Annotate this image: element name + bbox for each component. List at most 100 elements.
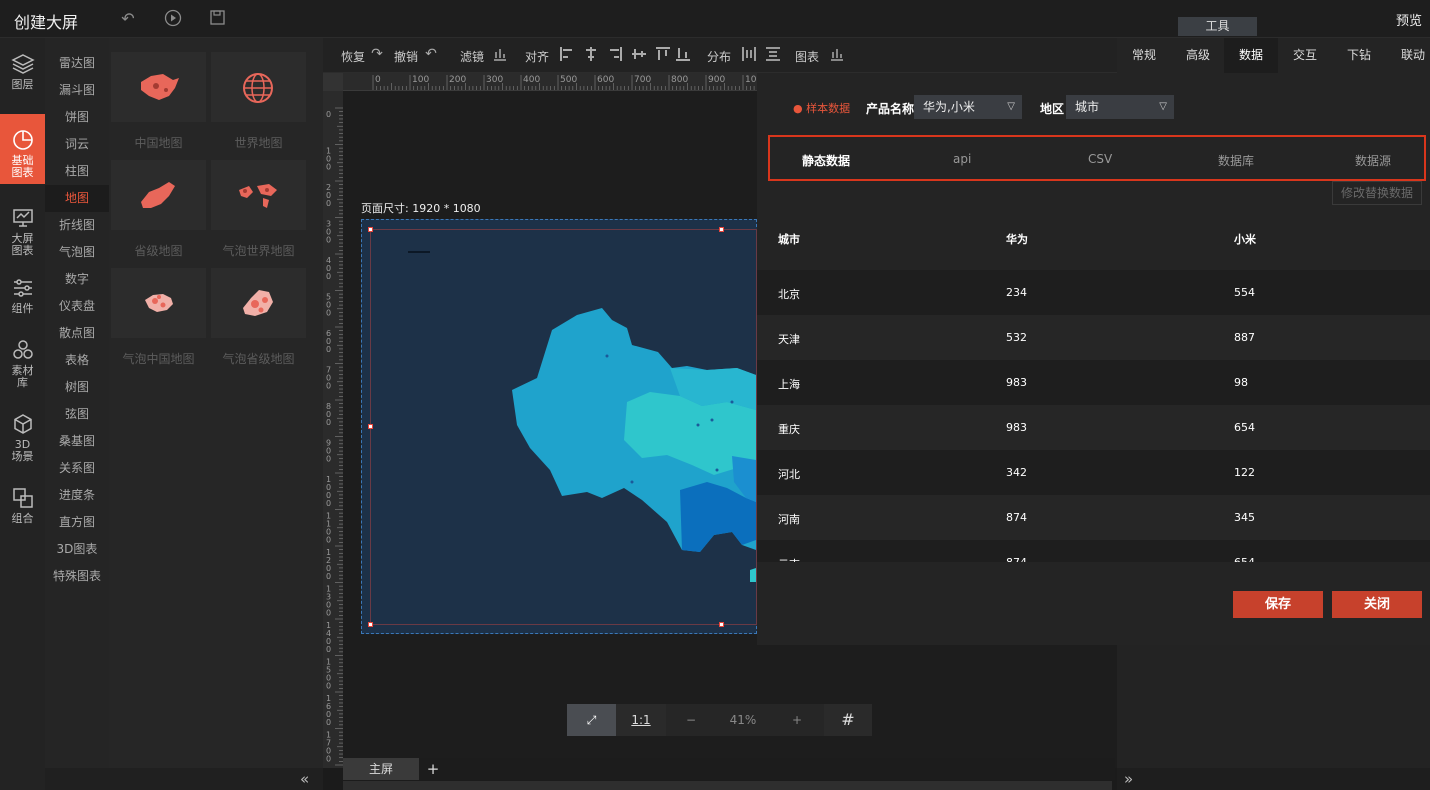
table-cell: 北京 <box>778 288 800 301</box>
align-button[interactable]: 对齐 <box>525 48 549 65</box>
source-api[interactable]: api <box>953 152 971 166</box>
grid-icon[interactable]: # <box>824 704 872 736</box>
category-bubble[interactable]: 气泡图 <box>45 239 109 266</box>
region-label: 地区 <box>1040 102 1065 116</box>
table-row[interactable]: 河南 874 345 <box>757 495 1430 540</box>
modify-data-button[interactable]: 修改替换数据 <box>1332 181 1422 205</box>
resize-handle[interactable] <box>719 227 724 232</box>
thumb-world-map[interactable] <box>211 52 306 122</box>
nav-components[interactable]: 组件 <box>0 276 45 315</box>
table-row[interactable]: 河北 342 122 <box>757 450 1430 495</box>
align-right-icon[interactable] <box>607 46 623 63</box>
table-cell: 河南 <box>778 513 800 526</box>
save-icon[interactable] <box>207 9 227 29</box>
tab-linkage[interactable]: 联动 <box>1386 38 1430 73</box>
source-datasource[interactable]: 数据源 <box>1355 152 1391 169</box>
tab-advanced[interactable]: 高级 <box>1171 38 1225 73</box>
align-bottom-icon[interactable] <box>675 46 691 63</box>
table-row[interactable]: 重庆 983 654 <box>757 405 1430 450</box>
distribute-h-icon[interactable] <box>741 46 757 63</box>
category-gauge[interactable]: 仪表盘 <box>45 293 109 320</box>
product-select[interactable]: 华为,小米 ▽ <box>914 95 1022 119</box>
thumb-province-bubble-map[interactable] <box>211 268 306 338</box>
source-database[interactable]: 数据库 <box>1218 152 1254 169</box>
align-left-icon[interactable] <box>559 46 575 63</box>
left-nav: 图层 基础图表 大屏图表 组件 素材库 3D场景 组合 <box>0 38 45 790</box>
add-screen-button[interactable]: + <box>423 758 443 780</box>
category-chord[interactable]: 弦图 <box>45 401 109 428</box>
resize-handle[interactable] <box>368 622 373 627</box>
category-special[interactable]: 特殊图表 <box>45 563 109 590</box>
table-row[interactable]: 北京 234 554 <box>757 270 1430 315</box>
category-wordcloud[interactable]: 词云 <box>45 131 109 158</box>
category-progress[interactable]: 进度条 <box>45 482 109 509</box>
category-scatter[interactable]: 散点图 <box>45 320 109 347</box>
thumb-china-bubble-map[interactable] <box>111 268 206 338</box>
nav-basic-charts[interactable]: 基础图表 <box>0 114 45 184</box>
undo-button[interactable]: 撤销 <box>394 48 418 65</box>
category-pie[interactable]: 饼图 <box>45 104 109 131</box>
redo-icon[interactable]: ↷ <box>369 46 385 63</box>
source-static[interactable]: 静态数据 <box>802 152 850 169</box>
category-radar[interactable]: 雷达图 <box>45 50 109 77</box>
thumb-province-map[interactable] <box>111 160 206 230</box>
tab-drilldown[interactable]: 下钻 <box>1332 38 1386 73</box>
category-histogram[interactable]: 直方图 <box>45 509 109 536</box>
filter-button[interactable]: 滤镜 <box>460 48 484 65</box>
category-line[interactable]: 折线图 <box>45 212 109 239</box>
undo-icon[interactable]: ↶ <box>423 46 439 63</box>
source-csv[interactable]: CSV <box>1088 152 1112 166</box>
tab-interaction[interactable]: 交互 <box>1278 38 1332 73</box>
nav-combine[interactable]: 组合 <box>0 486 45 525</box>
nav-assets[interactable]: 素材库 <box>0 338 45 389</box>
selection-box[interactable] <box>370 229 757 625</box>
resize-handle[interactable] <box>719 622 724 627</box>
category-3d[interactable]: 3D图表 <box>45 536 109 563</box>
region-select[interactable]: 城市 ▽ <box>1066 95 1174 119</box>
back-icon[interactable]: ↶ <box>118 9 138 29</box>
actual-size-button[interactable]: 1:1 <box>616 704 666 736</box>
nav-screen-charts[interactable]: 大屏图表 <box>0 206 45 257</box>
align-center-h-icon[interactable] <box>583 46 599 63</box>
table-row[interactable]: 云南 874 654 <box>757 540 1430 562</box>
chart-icon[interactable] <box>829 46 845 63</box>
redo-button[interactable]: 恢复 <box>341 48 365 65</box>
align-middle-v-icon[interactable] <box>631 46 647 63</box>
preview-button[interactable]: 预览 <box>1396 10 1422 29</box>
play-icon[interactable] <box>163 9 183 29</box>
tool-tab[interactable]: 工具 <box>1178 17 1257 36</box>
chart-button[interactable]: 图表 <box>795 48 819 65</box>
category-tree[interactable]: 树图 <box>45 374 109 401</box>
ruler-label: 0 <box>326 755 331 764</box>
zoom-in-button[interactable]: + <box>770 704 824 736</box>
horizontal-scrollbar[interactable] <box>343 781 1112 790</box>
category-sankey[interactable]: 桑基图 <box>45 428 109 455</box>
distribute-v-icon[interactable] <box>765 46 781 63</box>
save-button[interactable]: 保存 <box>1233 591 1323 618</box>
zoom-out-button[interactable]: − <box>666 704 716 736</box>
tab-general[interactable]: 常规 <box>1117 38 1171 73</box>
table-row[interactable]: 天津 532 887 <box>757 315 1430 360</box>
category-map[interactable]: 地图 <box>45 185 109 212</box>
close-button[interactable]: 关闭 <box>1332 591 1422 618</box>
tab-data[interactable]: 数据 <box>1224 38 1278 73</box>
filter-chart-icon[interactable] <box>492 46 508 63</box>
nav-3d-scene[interactable]: 3D场景 <box>0 412 45 463</box>
table-row[interactable]: 上海 983 98 <box>757 360 1430 405</box>
fit-screen-icon[interactable]: ⤢ <box>567 704 616 736</box>
resize-handle[interactable] <box>368 227 373 232</box>
category-number[interactable]: 数字 <box>45 266 109 293</box>
thumb-china-map[interactable] <box>111 52 206 122</box>
category-table[interactable]: 表格 <box>45 347 109 374</box>
expand-right-icon[interactable]: » <box>1124 770 1133 788</box>
distribute-button[interactable]: 分布 <box>707 48 731 65</box>
category-funnel[interactable]: 漏斗图 <box>45 77 109 104</box>
thumb-world-bubble-map[interactable] <box>211 160 306 230</box>
nav-layers[interactable]: 图层 <box>0 52 45 91</box>
collapse-left-icon[interactable]: « <box>300 770 309 788</box>
align-top-icon[interactable] <box>655 46 671 63</box>
category-relation[interactable]: 关系图 <box>45 455 109 482</box>
tab-main-screen[interactable]: 主屏 <box>343 758 419 780</box>
resize-handle[interactable] <box>368 424 373 429</box>
category-bar[interactable]: 柱图 <box>45 158 109 185</box>
